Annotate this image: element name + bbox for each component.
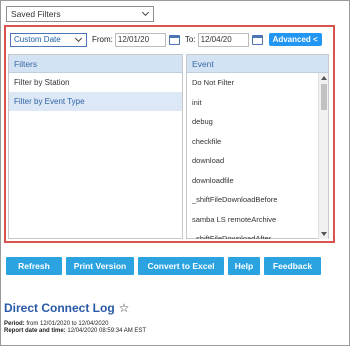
help-button[interactable]: Help — [228, 257, 260, 275]
to-label: To: — [184, 35, 196, 44]
page-title: Direct Connect Log ☆ — [4, 301, 129, 315]
chevron-down-icon — [74, 34, 83, 42]
report-date-value: 12/04/2020 08:59:34 AM EST — [67, 328, 147, 334]
scroll-down-icon[interactable] — [321, 232, 327, 236]
to-date-input[interactable]: 12/04/20 — [197, 32, 249, 47]
refresh-button[interactable]: Refresh — [6, 257, 62, 275]
page-title-text: Direct Connect Log — [4, 301, 115, 315]
event-item[interactable]: checkfile — [187, 132, 328, 152]
feedback-button[interactable]: Feedback — [264, 257, 321, 275]
calendar-icon[interactable] — [168, 34, 180, 45]
event-item[interactable]: samba LS remoteArchive — [187, 210, 328, 230]
event-item[interactable]: download — [187, 151, 328, 171]
calendar-icon[interactable] — [251, 34, 263, 45]
chevron-down-icon — [141, 8, 150, 17]
advanced-button[interactable]: Advanced < — [268, 33, 322, 46]
events-list-body: Do Not Filter init debug checkfile downl… — [187, 73, 328, 239]
events-scrollbar[interactable] — [318, 73, 328, 239]
scroll-thumb[interactable] — [321, 84, 327, 110]
date-filter-row: Custom Date From: 12/01/20 To: 12/04/20 … — [10, 31, 331, 48]
star-icon[interactable]: ☆ — [119, 301, 130, 315]
period-label: Period: — [4, 321, 25, 327]
date-type-value: Custom Date — [14, 35, 61, 44]
filter-panel: Custom Date From: 12/01/20 To: 12/04/20 … — [4, 25, 335, 243]
from-label: From: — [92, 35, 113, 44]
toolbar: Refresh Print Version Convert to Excel H… — [6, 257, 325, 275]
event-item[interactable]: downloadfile — [187, 171, 328, 191]
events-header: Event — [187, 55, 328, 73]
saved-filters-label: Saved Filters — [11, 9, 61, 19]
event-item[interactable]: debug — [187, 112, 328, 132]
print-version-button[interactable]: Print Version — [66, 257, 134, 275]
scroll-up-icon[interactable] — [321, 76, 327, 80]
from-date-input[interactable]: 12/01/20 — [114, 32, 166, 47]
date-type-select[interactable]: Custom Date — [10, 32, 87, 47]
filter-item-event-type[interactable]: Filter by Event Type — [9, 92, 182, 111]
filters-header: Filters — [9, 55, 182, 73]
event-item[interactable]: Do Not Filter — [187, 73, 328, 93]
event-item[interactable]: _shiftFileDownloadBefore — [187, 190, 328, 210]
events-list: Event Do Not Filter init debug checkfile… — [186, 54, 329, 239]
event-item[interactable]: init — [187, 93, 328, 113]
period-line: Period: from 12/01/2020 to 12/04/2020 — [4, 321, 108, 327]
convert-to-excel-button[interactable]: Convert to Excel — [138, 257, 224, 275]
report-date-line: Report date and time: 12/04/2020 08:59:3… — [4, 328, 146, 334]
filter-item-station[interactable]: Filter by Station — [9, 73, 182, 92]
saved-filters-select[interactable]: Saved Filters — [6, 6, 154, 22]
report-date-label: Report date and time: — [4, 328, 66, 334]
period-value: from 12/01/2020 to 12/04/2020 — [26, 321, 109, 327]
filters-list: Filters Filter by Station Filter by Even… — [8, 54, 183, 239]
event-item[interactable]: _shiftFileDownloadAfter — [187, 229, 328, 239]
